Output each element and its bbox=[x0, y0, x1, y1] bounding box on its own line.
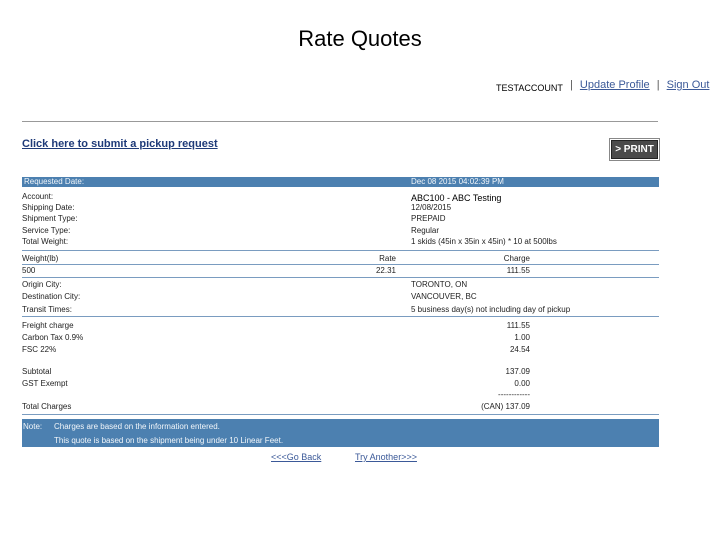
total-charges-value: (CAN) 137.09 bbox=[481, 402, 530, 411]
origin-value: TORONTO, ON bbox=[411, 280, 468, 289]
total-weight-value: 1 skids (45in x 35in x 45in) * 10 at 500… bbox=[411, 237, 557, 246]
account-value: ABC100 - ABC Testing bbox=[411, 193, 502, 203]
try-another-link[interactable]: Try Another>>> bbox=[355, 452, 417, 462]
carbon-tax-label: Carbon Tax 0.9% bbox=[22, 333, 84, 342]
requested-date-value: Dec 08 2015 04:02:39 PM bbox=[411, 177, 504, 186]
weight-header: Weight(lb) bbox=[22, 254, 59, 263]
rate-value: 22.31 bbox=[375, 266, 396, 275]
note-line-2: This quote is based on the shipment bein… bbox=[54, 436, 284, 445]
page-title: Rate Quotes bbox=[298, 26, 422, 51]
charge-header: Charge bbox=[503, 254, 530, 263]
divider bbox=[22, 277, 659, 278]
shipment-type-value: PREPAID bbox=[411, 214, 446, 223]
subtotal-label: Subtotal bbox=[22, 367, 52, 376]
total-dashes: ------------ bbox=[498, 390, 530, 399]
go-back-link[interactable]: <<<Go Back bbox=[271, 452, 321, 462]
divider bbox=[22, 121, 658, 122]
divider bbox=[22, 316, 659, 317]
gst-label: GST Exempt bbox=[22, 379, 68, 388]
rate-header: Rate bbox=[379, 254, 396, 263]
service-type-label: Service Type: bbox=[22, 226, 71, 235]
destination-value: VANCOUVER, BC bbox=[411, 292, 477, 301]
total-weight-label: Total Weight: bbox=[22, 237, 69, 246]
charge-value: 111.55 bbox=[506, 266, 530, 275]
origin-label: Origin City: bbox=[22, 280, 62, 289]
note-line-1: Charges are based on the information ent… bbox=[54, 422, 220, 431]
divider bbox=[22, 414, 659, 415]
freight-label: Freight charge bbox=[22, 321, 74, 330]
gst-value: 0.00 bbox=[514, 379, 530, 388]
top-links: | Update Profile | Sign Out bbox=[566, 79, 709, 91]
submit-pickup-link[interactable]: Click here to submit a pickup request bbox=[22, 138, 218, 150]
service-type-value: Regular bbox=[411, 226, 440, 235]
subtotal-value: 137.09 bbox=[505, 367, 530, 376]
requested-date-label: Requested Date: bbox=[24, 177, 85, 186]
shipment-type-label: Shipment Type: bbox=[22, 214, 78, 223]
transit-label: Transit Times: bbox=[22, 305, 72, 314]
separator: | bbox=[656, 79, 660, 91]
transit-value: 5 business day(s) not including day of p… bbox=[411, 305, 571, 314]
shipping-date-value: 12/08/2015 bbox=[411, 203, 452, 212]
requested-date-bar: Requested Date: Dec 08 2015 04:02:39 PM bbox=[22, 177, 659, 187]
note-bar: Note: Charges are based on the informati… bbox=[22, 419, 659, 447]
separator: | bbox=[570, 79, 573, 91]
freight-value: 111.55 bbox=[506, 321, 530, 330]
total-charges-label: Total Charges bbox=[22, 402, 72, 411]
destination-label: Destination City: bbox=[22, 292, 81, 301]
account-name: TESTACCOUNT bbox=[496, 83, 563, 93]
shipping-date-label: Shipping Date: bbox=[22, 203, 75, 212]
account-label: Account: bbox=[22, 192, 54, 201]
weight-value: 500 bbox=[22, 266, 36, 275]
carbon-tax-value: 1.00 bbox=[514, 333, 530, 342]
note-label: Note: bbox=[23, 422, 43, 431]
sign-out-link[interactable]: Sign Out bbox=[667, 79, 710, 91]
divider bbox=[22, 264, 659, 265]
fsc-value: 24.54 bbox=[509, 345, 530, 354]
update-profile-link[interactable]: Update Profile bbox=[580, 79, 650, 91]
fsc-label: FSC 22% bbox=[22, 345, 57, 354]
print-button[interactable]: > PRINT bbox=[609, 138, 660, 161]
divider bbox=[22, 250, 659, 251]
